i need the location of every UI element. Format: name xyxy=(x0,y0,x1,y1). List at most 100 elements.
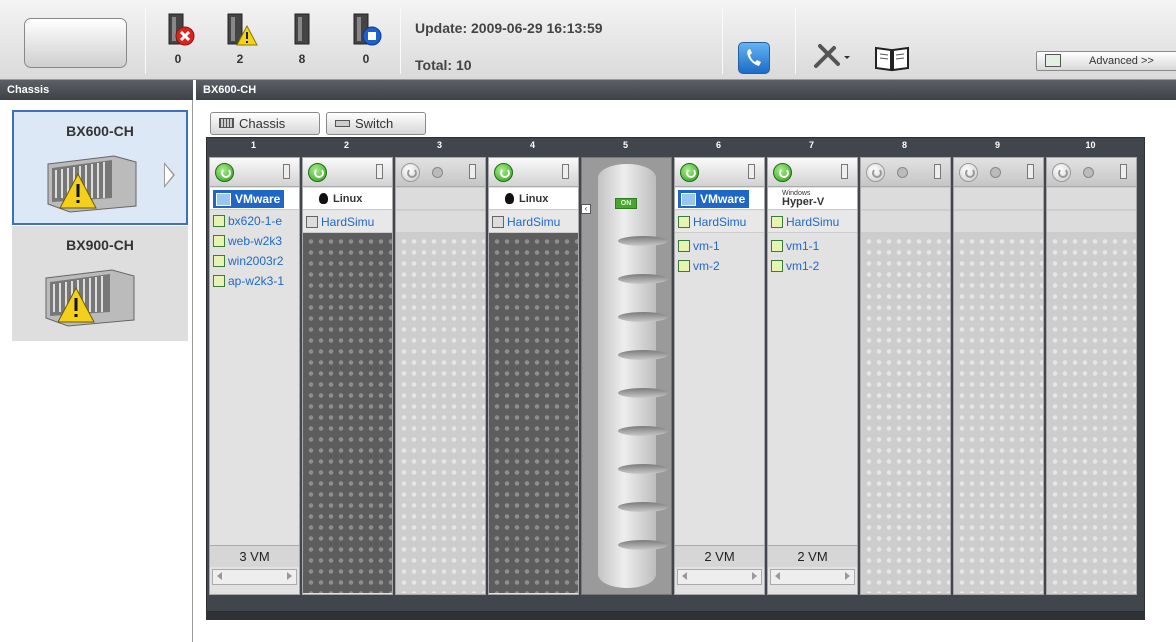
blade-status-bar xyxy=(489,158,578,187)
vm-guest-icon xyxy=(771,260,783,272)
power-off-icon[interactable] xyxy=(401,163,420,182)
scroll-left-icon[interactable] xyxy=(682,572,687,580)
hardware-row xyxy=(861,211,950,233)
power-on-icon[interactable] xyxy=(773,163,792,182)
network-switch[interactable]: ON ‹ xyxy=(581,157,672,595)
chevron-right-icon[interactable] xyxy=(164,162,175,188)
status-led-icon xyxy=(1083,167,1094,178)
blade-bay-icon xyxy=(841,164,848,179)
slot-number: 9 xyxy=(994,140,1000,150)
host-link-label: HardSimu xyxy=(507,215,561,229)
chassis-sidebar: Chassis BX600-CH BX900-CH xyxy=(0,80,193,642)
advanced-button[interactable]: Advanced >> xyxy=(1036,51,1176,71)
slot-number: 7 xyxy=(808,140,814,150)
host-link[interactable]: HardSimu xyxy=(306,214,392,230)
toolbar: 0 2 8 0 Update: 2009-06-29 16:13:59 Tota… xyxy=(0,0,1176,80)
scroll-left-icon[interactable] xyxy=(217,572,222,580)
vm-link[interactable]: vm1-1 xyxy=(771,238,857,254)
status-error[interactable]: 0 xyxy=(158,12,198,76)
vm-guest-icon xyxy=(678,260,690,272)
server-blade[interactable]: Linux HardSimu xyxy=(488,157,579,595)
vm-link[interactable]: ap-w2k3-1 xyxy=(213,273,299,289)
status-normal[interactable]: 8 xyxy=(282,12,322,76)
vm-count: 3 VM xyxy=(210,545,299,567)
warning-count: 2 xyxy=(236,52,244,66)
power-on-icon[interactable] xyxy=(308,163,327,182)
tools-menu[interactable] xyxy=(812,42,858,75)
host-link-label: HardSimu xyxy=(693,215,747,229)
home-button[interactable] xyxy=(24,18,127,68)
switch-on-indicator: ON xyxy=(615,198,637,209)
server-blade[interactable]: Linux HardSimu xyxy=(302,157,393,595)
phone-icon[interactable] xyxy=(738,42,770,74)
switch-view-button[interactable]: Switch xyxy=(326,112,426,135)
power-on-icon[interactable] xyxy=(680,163,699,182)
blade-bay-icon xyxy=(748,164,755,179)
switch-disc xyxy=(618,502,668,512)
chassis-view-label: Chassis xyxy=(239,116,286,131)
vmware-os-badge[interactable]: VMware xyxy=(213,190,285,208)
power-on-icon[interactable] xyxy=(494,163,513,182)
advanced-icon xyxy=(1045,54,1061,67)
switch-disc xyxy=(618,426,668,436)
power-off-icon[interactable] xyxy=(866,163,885,182)
empty-slot[interactable] xyxy=(953,157,1044,595)
vm-link-label: ap-w2k3-1 xyxy=(228,274,285,288)
chassis-item-bx600[interactable]: BX600-CH xyxy=(12,110,188,225)
os-row xyxy=(396,188,485,210)
vm-count: 2 VM xyxy=(768,545,857,567)
vm-link[interactable]: win2003r2 xyxy=(213,253,299,269)
slot-10: 10 xyxy=(1044,138,1137,613)
host-link[interactable]: HardSimu xyxy=(492,214,578,230)
hyperv-os-badge[interactable]: Windows Hyper-V xyxy=(782,189,824,208)
hardware-icon xyxy=(306,216,318,228)
linux-os-badge[interactable]: Linux xyxy=(319,189,362,209)
slot-5: 5 ON ‹ xyxy=(579,138,672,613)
chassis-name: BX900-CH xyxy=(66,237,134,253)
scroll-right-icon[interactable] xyxy=(752,572,757,580)
vm-host-icon xyxy=(678,216,690,228)
update-timestamp: Update: 2009-06-29 16:13:59 xyxy=(415,20,603,36)
switch-disc xyxy=(618,274,668,284)
server-blade[interactable]: Windows Hyper-V HardSimu vm1-1 vm1-2 2 VM xyxy=(767,157,858,595)
server-warning-icon xyxy=(227,13,258,46)
power-on-icon[interactable] xyxy=(215,163,234,182)
blade-bay-icon xyxy=(562,164,569,179)
toolbar-divider xyxy=(795,8,796,74)
host-link[interactable]: HardSimu xyxy=(678,214,764,230)
vm-link[interactable]: vm1-2 xyxy=(771,258,857,274)
empty-slot[interactable] xyxy=(860,157,951,595)
vm-link[interactable]: web-w2k3 xyxy=(213,233,299,249)
blade-status-bar xyxy=(954,158,1043,187)
vmware-os-badge[interactable]: VMware xyxy=(678,190,750,208)
scroll-right-icon[interactable] xyxy=(845,572,850,580)
server-blade[interactable]: VMware bx620-1-e web-w2k3 win2003r2 ap-w… xyxy=(209,157,300,595)
server-blade[interactable]: VMware HardSimu vm-1 vm-2 2 VM xyxy=(674,157,765,595)
empty-slot[interactable] xyxy=(395,157,486,595)
host-link[interactable]: bx620-1-e xyxy=(213,213,299,229)
empty-slot[interactable] xyxy=(1046,157,1137,595)
horizontal-scrollbar[interactable] xyxy=(770,569,855,585)
switch-connection-icon[interactable]: ‹ xyxy=(581,204,591,214)
horizontal-scrollbar[interactable] xyxy=(212,569,297,585)
power-off-icon[interactable] xyxy=(959,163,978,182)
status-stopped[interactable]: 0 xyxy=(346,12,386,76)
status-warning[interactable]: 2 xyxy=(220,12,260,76)
host-link[interactable]: HardSimu xyxy=(771,214,857,230)
slot-number: 8 xyxy=(901,140,907,150)
vm-guest-icon xyxy=(213,275,225,287)
chassis-view-button[interactable]: Chassis xyxy=(210,112,320,135)
chassis-item-bx900[interactable]: BX900-CH xyxy=(12,226,188,341)
vm-link[interactable]: vm-1 xyxy=(678,238,764,254)
hardware-row: HardSimu xyxy=(675,211,764,233)
power-off-icon[interactable] xyxy=(1052,163,1071,182)
vm-link[interactable]: vm-2 xyxy=(678,258,764,274)
manual-icon[interactable] xyxy=(873,44,911,75)
linux-os-badge[interactable]: Linux xyxy=(505,189,548,209)
horizontal-scrollbar[interactable] xyxy=(677,569,762,585)
host-link-label: HardSimu xyxy=(786,215,840,229)
slot-4: 4 Linux HardSimu xyxy=(486,138,579,613)
slot-number: 5 xyxy=(622,140,628,150)
scroll-right-icon[interactable] xyxy=(287,572,292,580)
scroll-left-icon[interactable] xyxy=(775,572,780,580)
